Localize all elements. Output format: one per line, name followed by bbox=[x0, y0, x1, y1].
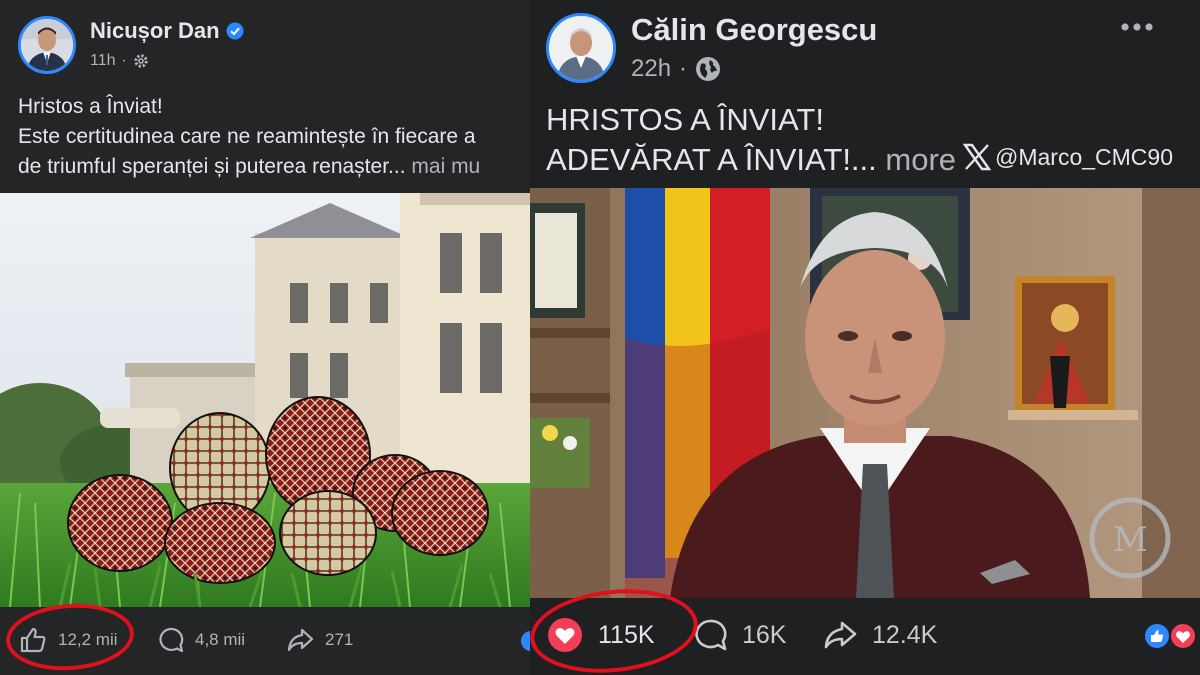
comment-icon bbox=[695, 619, 727, 651]
separator-dot: · bbox=[121, 52, 127, 69]
separator-dot: · bbox=[679, 55, 688, 82]
watermark: @Marco_CMC90 bbox=[962, 142, 1173, 172]
post-meta: 11h · bbox=[90, 52, 149, 70]
post-text-line: Hristos a Înviat! bbox=[18, 95, 163, 118]
author-name-text: Nicușor Dan bbox=[90, 18, 220, 43]
right-post: Călin Georgescu 22h · HRISTOS A ÎNVIAT! … bbox=[530, 0, 1200, 675]
reaction-count: 115K bbox=[598, 620, 655, 649]
post-text: Hristos a Înviat! Este certitudinea care… bbox=[18, 92, 480, 182]
avatar[interactable] bbox=[18, 16, 76, 74]
reaction-button[interactable]: 115K bbox=[547, 617, 655, 653]
svg-text:M: M bbox=[1113, 520, 1148, 560]
post-video[interactable]: M bbox=[530, 188, 1200, 598]
comment-count: 4,8 mii bbox=[195, 630, 246, 649]
share-icon bbox=[824, 621, 857, 649]
thumbs-up-icon bbox=[20, 627, 46, 653]
like-button[interactable]: 12,2 mii bbox=[18, 625, 118, 655]
like-reaction-icon bbox=[521, 631, 530, 651]
heart-reaction-icon bbox=[1169, 622, 1197, 650]
easter-eggs-photo bbox=[0, 193, 530, 607]
avatar[interactable] bbox=[546, 13, 616, 83]
avatar-portrait bbox=[21, 19, 73, 71]
verified-badge-icon bbox=[226, 22, 244, 40]
post-text-line: ADEVĂRAT A ÎNVIAT!... more bbox=[546, 140, 956, 180]
action-bar: 12,2 mii 4,8 mii 271 bbox=[0, 607, 530, 675]
action-bar: 115K 16K 12.4K bbox=[530, 598, 1200, 675]
globe-icon bbox=[696, 57, 721, 81]
gear-icon[interactable] bbox=[133, 53, 149, 69]
share-button[interactable]: 271 bbox=[285, 625, 353, 655]
video-frame: M bbox=[530, 188, 1200, 598]
post-text-line-content: de triumful speranței și puterea renaște… bbox=[18, 155, 406, 178]
post-text-line: de triumful speranței și puterea renaște… bbox=[18, 152, 480, 182]
see-more-link[interactable]: more bbox=[885, 142, 956, 177]
x-logo-icon bbox=[962, 143, 992, 171]
author-name[interactable]: Nicușor Dan bbox=[90, 18, 244, 44]
see-more-link[interactable]: mai mu bbox=[411, 155, 480, 178]
left-post: Nicușor Dan 11h · Hristos a Înviat! Este… bbox=[0, 0, 530, 675]
post-text-line: Este certitudinea care ne reamintește în… bbox=[18, 125, 476, 148]
share-button[interactable]: 12.4K bbox=[822, 617, 937, 653]
comment-icon bbox=[159, 627, 184, 653]
comment-count: 16K bbox=[742, 620, 787, 649]
post-text-line: HRISTOS A ÎNVIAT! bbox=[546, 102, 824, 137]
post-time[interactable]: 22h bbox=[631, 55, 671, 83]
heart-icon bbox=[548, 618, 582, 652]
like-count: 12,2 mii bbox=[58, 630, 118, 649]
post-meta: 22h · bbox=[631, 55, 721, 83]
post-text: HRISTOS A ÎNVIAT! ADEVĂRAT A ÎNVIAT!... … bbox=[546, 100, 956, 180]
comment-button[interactable]: 16K bbox=[692, 617, 786, 653]
author-name[interactable]: Călin Georgescu bbox=[631, 12, 877, 48]
like-reaction-icon bbox=[1143, 622, 1171, 650]
post-time[interactable]: 11h bbox=[90, 52, 116, 70]
reaction-summary[interactable] bbox=[1143, 622, 1200, 652]
more-dots-icon[interactable] bbox=[1120, 22, 1154, 32]
share-count: 12.4K bbox=[872, 620, 938, 649]
share-count: 271 bbox=[325, 630, 354, 649]
post-image[interactable] bbox=[0, 193, 530, 607]
watermark-handle: @Marco_CMC90 bbox=[995, 143, 1174, 170]
comment-button[interactable]: 4,8 mii bbox=[155, 625, 245, 655]
avatar-portrait bbox=[549, 16, 613, 80]
share-icon bbox=[287, 628, 314, 652]
post-text-line-content: ADEVĂRAT A ÎNVIAT!... bbox=[546, 142, 877, 177]
